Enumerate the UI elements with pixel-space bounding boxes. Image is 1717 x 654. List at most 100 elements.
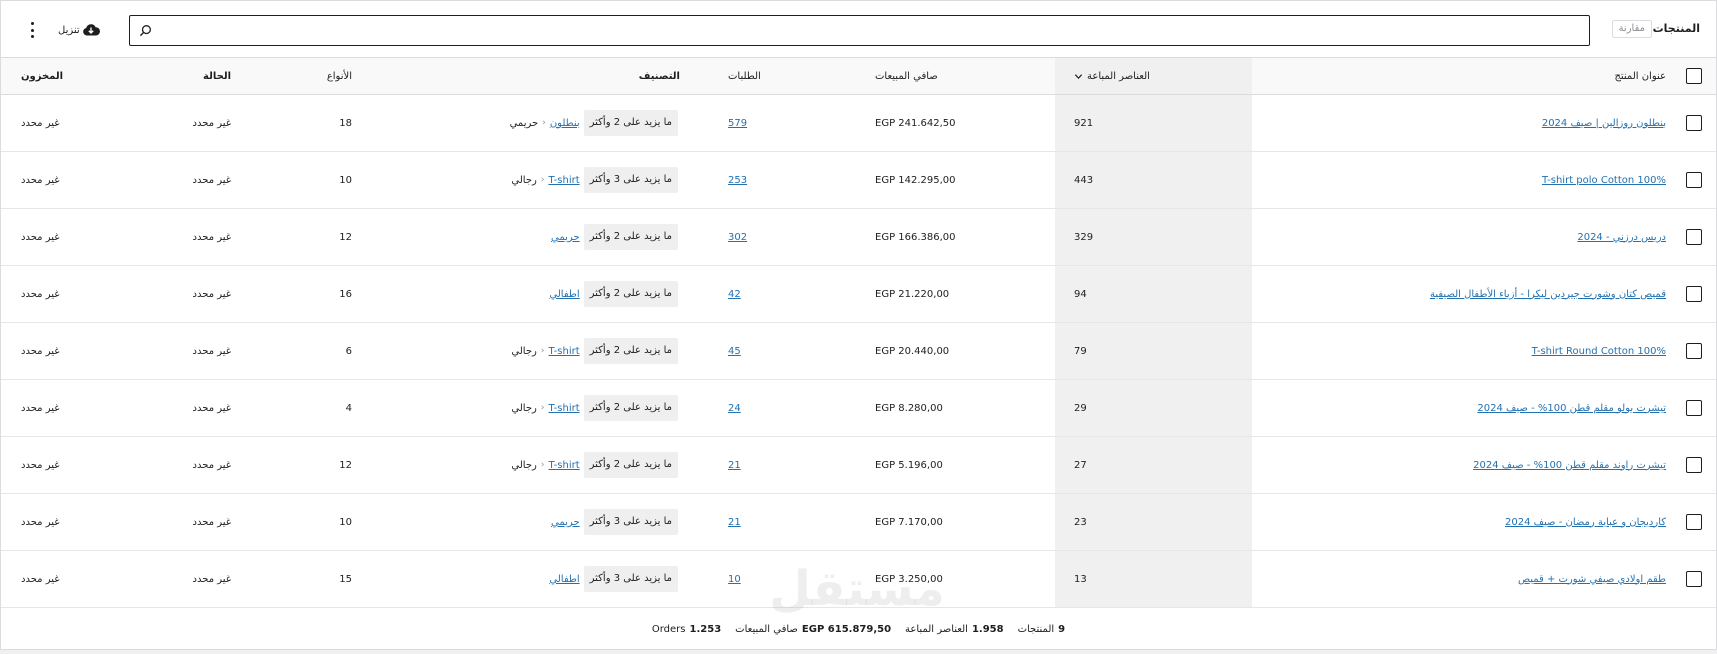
- items-sold-value: 79: [1074, 345, 1087, 357]
- product-name-link[interactable]: بنطلون روزالين | صيف 2024: [1542, 118, 1666, 129]
- chevron-down-icon: [1074, 73, 1083, 79]
- orders-link[interactable]: 42: [728, 289, 741, 300]
- search-input[interactable]: [129, 15, 1590, 46]
- column-header-orders[interactable]: الطلبات: [728, 58, 761, 94]
- chevron-left-icon: ›: [542, 118, 546, 128]
- status-value: غير محدد: [192, 345, 231, 357]
- category-parent: رجالي: [511, 174, 537, 186]
- row-checkbox[interactable]: [1686, 209, 1702, 265]
- row-checkbox[interactable]: [1686, 152, 1702, 208]
- variations-value: 10: [339, 174, 352, 186]
- product-name-link[interactable]: طقم اولادي صيفي شورت + قميص: [1518, 574, 1666, 585]
- download-button[interactable]: تنزيل: [58, 21, 100, 39]
- chevron-left-icon: ›: [540, 346, 545, 356]
- orders-link[interactable]: 24: [728, 403, 741, 414]
- category-link[interactable]: T-shirt: [548, 460, 579, 471]
- items-sold-value: 94: [1074, 288, 1087, 300]
- orders-link[interactable]: 253: [728, 175, 747, 186]
- category-link[interactable]: اطفالي: [549, 289, 579, 300]
- row-checkbox[interactable]: [1686, 551, 1702, 607]
- row-checkbox[interactable]: [1686, 266, 1702, 322]
- status-value: غير محدد: [192, 288, 231, 300]
- row-checkbox[interactable]: [1686, 323, 1702, 379]
- more-categories-tag[interactable]: ما يزيد على 3 وأكثر: [583, 566, 678, 592]
- category-cell: حريمي ما يزيد على 2 وأكثر: [551, 209, 680, 265]
- more-categories-tag[interactable]: ما يزيد على 2 وأكثر: [583, 110, 678, 136]
- summary-items-sold: 1.958 العناصر المباعة: [905, 623, 1004, 635]
- variations-value: 4: [345, 402, 352, 414]
- download-label: تنزيل: [58, 24, 80, 36]
- items-sold-value: 23: [1074, 516, 1087, 528]
- row-checkbox[interactable]: [1686, 380, 1702, 436]
- page-title: المنتجات: [1652, 22, 1700, 35]
- row-checkbox[interactable]: [1686, 494, 1702, 550]
- category-link[interactable]: حريمي: [551, 232, 580, 243]
- more-categories-tag[interactable]: ما يزيد على 3 وأكثر: [583, 509, 678, 535]
- status-value: غير محدد: [192, 459, 231, 471]
- table-row: تيشرت بولو مقلم قطن 100% - صيف 2024 29 EGP…: [1, 380, 1716, 437]
- category-link[interactable]: حريمي: [551, 517, 580, 528]
- row-checkbox[interactable]: [1686, 95, 1702, 151]
- net-sales-value: EGP 142.295,00: [875, 174, 956, 186]
- variations-value: 10: [339, 516, 352, 528]
- compare-button[interactable]: مقارنة: [1611, 20, 1652, 38]
- variations-value: 18: [339, 117, 352, 129]
- status-value: غير محدد: [192, 117, 231, 129]
- chevron-left-icon: ›: [540, 175, 545, 185]
- net-sales-value: EGP 21.220,00: [875, 288, 950, 300]
- cloud-download-icon: [82, 24, 100, 36]
- column-header-status[interactable]: الحالة: [203, 58, 231, 94]
- column-header-stock[interactable]: المخزون: [21, 58, 63, 94]
- status-value: غير محدد: [192, 573, 231, 585]
- product-name-link[interactable]: كارديجان و عباية رمضان - صيف 2024: [1505, 517, 1666, 528]
- product-name-link[interactable]: T-shirt polo Cotton 100%: [1542, 175, 1666, 186]
- orders-link[interactable]: 579: [728, 118, 747, 129]
- more-categories-tag[interactable]: ما يزيد على 2 وأكثر: [583, 395, 678, 421]
- status-value: غير محدد: [192, 174, 231, 186]
- product-name-link[interactable]: قميص كتان وشورت جيردين ليكرا - أزياء الأ…: [1430, 289, 1666, 300]
- column-header-name[interactable]: عنوان المنتج: [1614, 58, 1666, 94]
- more-vertical-icon[interactable]: [23, 20, 41, 40]
- category-cell: اطفالي ما يزيد على 2 وأكثر: [549, 266, 680, 322]
- product-name-link[interactable]: تيشرت بولو مقلم قطن 100% - صيف 2024: [1477, 403, 1666, 414]
- status-value: غير محدد: [192, 231, 231, 243]
- product-name-link[interactable]: تيشرت راوند مقلم قطن 100% - صيف 2024: [1473, 460, 1666, 471]
- orders-link[interactable]: 10: [728, 574, 741, 585]
- summary-products: 9 المنتجات: [1017, 623, 1066, 635]
- product-name-link[interactable]: T-shirt Round Cotton 100%: [1532, 346, 1666, 357]
- category-cell: حريمي › بنطلون ما يزيد على 2 وأكثر: [510, 95, 680, 151]
- stock-value: غير محدد: [21, 516, 60, 528]
- category-parent: حريمي: [509, 117, 539, 129]
- status-value: غير محدد: [192, 402, 231, 414]
- category-link[interactable]: T-shirt: [548, 346, 579, 357]
- status-value: غير محدد: [192, 516, 231, 528]
- items-sold-value: 329: [1074, 231, 1094, 243]
- orders-link[interactable]: 21: [728, 517, 741, 528]
- category-link[interactable]: T-shirt: [548, 403, 579, 414]
- column-header-items-sold[interactable]: العناصر المباعة: [1074, 58, 1150, 94]
- row-checkbox[interactable]: [1686, 437, 1702, 493]
- more-categories-tag[interactable]: ما يزيد على 2 وأكثر: [583, 224, 678, 250]
- orders-link[interactable]: 45: [728, 346, 741, 357]
- more-categories-tag[interactable]: ما يزيد على 2 وأكثر: [583, 338, 678, 364]
- product-name-link[interactable]: دريس درزني - 2024: [1577, 232, 1666, 243]
- orders-link[interactable]: 302: [728, 232, 747, 243]
- orders-link[interactable]: 21: [728, 460, 741, 471]
- category-link[interactable]: بنطلون: [550, 118, 580, 129]
- variations-value: 16: [339, 288, 352, 300]
- items-sold-value: 921: [1074, 117, 1094, 129]
- column-header-net-sales[interactable]: صافي المبيعات: [875, 58, 938, 94]
- category-link[interactable]: T-shirt: [548, 175, 579, 186]
- column-header-variations[interactable]: الأنواع: [327, 58, 352, 94]
- more-categories-tag[interactable]: ما يزيد على 2 وأكثر: [583, 281, 678, 307]
- category-cell: اطفالي ما يزيد على 3 وأكثر: [549, 551, 680, 607]
- select-all-checkbox[interactable]: [1686, 58, 1702, 94]
- category-link[interactable]: اطفالي: [549, 574, 579, 585]
- net-sales-value: EGP 5.196,00: [875, 459, 943, 471]
- report-header: المنتجات مقارنة تنزيل: [1, 1, 1716, 58]
- category-cell: رجالي › T-shirt ما يزيد على 2 وأكثر: [511, 380, 680, 436]
- more-categories-tag[interactable]: ما يزيد على 2 وأكثر: [583, 452, 678, 478]
- column-header-category[interactable]: التصنيف: [639, 58, 680, 94]
- more-categories-tag[interactable]: ما يزيد على 3 وأكثر: [583, 167, 678, 193]
- chevron-left-icon: ›: [540, 460, 545, 470]
